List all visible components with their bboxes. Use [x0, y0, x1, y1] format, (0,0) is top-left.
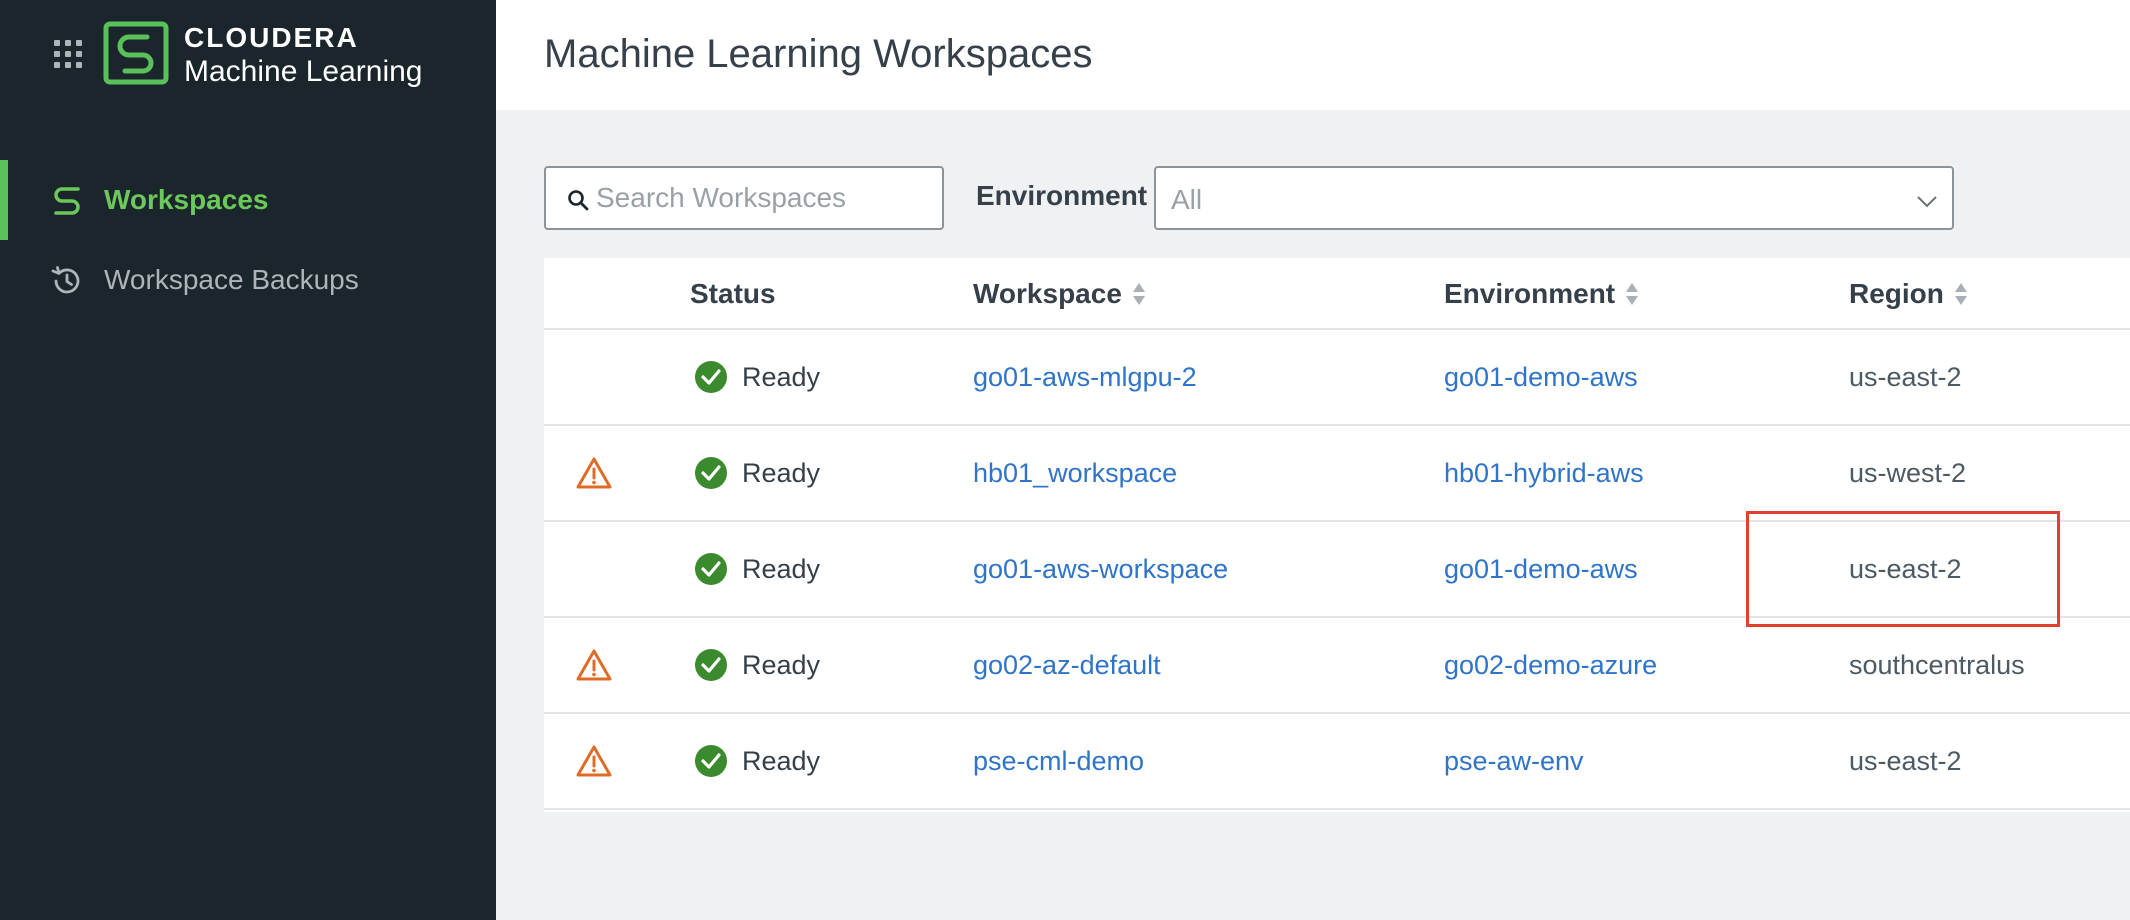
environment-filter-label: Environment	[976, 180, 1148, 211]
workspace-link[interactable]: go02-az-default	[973, 650, 1161, 681]
region-text: us-west-2	[1849, 458, 1967, 488]
page-header: Machine Learning Workspaces	[496, 0, 2130, 110]
workspace-link[interactable]: go01-aws-mlgpu-2	[973, 362, 1197, 393]
table-row: Ready go01-aws-mlgpu-2 go01-demo-aws us-…	[544, 330, 2130, 426]
column-header-environment[interactable]: Environment	[1444, 278, 1639, 310]
column-header-label: Environment	[1444, 278, 1616, 309]
sidebar-item-label: Workspaces	[104, 184, 269, 215]
column-header-label: Status	[690, 278, 776, 309]
region-text: us-east-2	[1849, 362, 1962, 392]
sidebar-item-label: Workspace Backups	[104, 264, 359, 295]
workspace-link[interactable]: hb01_workspace	[973, 458, 1177, 489]
environment-link[interactable]: hb01-hybrid-aws	[1444, 458, 1644, 489]
workspace-link[interactable]: pse-cml-demo	[973, 746, 1144, 777]
cloudera-logo-icon	[103, 21, 169, 85]
region-highlight-box	[1746, 511, 2060, 627]
search-icon	[568, 190, 589, 211]
sort-icon	[1626, 283, 1639, 305]
status-text: Ready	[742, 746, 821, 776]
page-title: Machine Learning Workspaces	[544, 32, 1093, 76]
chevron-down-icon	[1917, 196, 1937, 208]
sidebar-item-workspace-backups[interactable]: Workspace Backups	[0, 240, 496, 320]
app-launcher-icon[interactable]	[54, 40, 82, 68]
workspace-link[interactable]: go01-aws-workspace	[973, 554, 1228, 585]
status-text: Ready	[742, 458, 821, 488]
table-row: Ready hb01_workspace hb01-hybrid-aws us-…	[544, 426, 2130, 522]
environment-select-value: All	[1171, 184, 1203, 215]
environment-select[interactable]: All	[1154, 166, 1954, 230]
search-field[interactable]	[544, 166, 944, 230]
column-header-status: Status	[690, 278, 776, 310]
sidebar-item-workspaces[interactable]: Workspaces	[0, 160, 496, 240]
warning-icon[interactable]	[576, 648, 612, 682]
column-header-workspace[interactable]: Workspace	[973, 278, 1146, 310]
table-header: Status Workspace Environment Region	[544, 258, 2130, 330]
brand-company: CLOUDERA	[184, 22, 359, 53]
sort-icon	[1132, 283, 1145, 305]
brand-name: CLOUDERA Machine Learning	[184, 22, 423, 89]
column-header-region[interactable]: Region	[1849, 278, 1968, 310]
environment-link[interactable]: go02-demo-azure	[1444, 650, 1657, 681]
sort-icon	[1954, 283, 1967, 305]
search-input[interactable]	[596, 178, 926, 218]
status-text: Ready	[742, 650, 821, 680]
ready-check-icon	[695, 745, 727, 777]
region-text: us-east-2	[1849, 746, 1962, 776]
environment-link[interactable]: pse-aw-env	[1444, 746, 1584, 777]
column-header-label: Region	[1849, 278, 1944, 309]
sidebar: CLOUDERA Machine Learning Workspaces Wor…	[0, 0, 496, 920]
environment-link[interactable]: go01-demo-aws	[1444, 554, 1638, 585]
ready-check-icon	[695, 553, 727, 585]
ready-check-icon	[695, 457, 727, 489]
warning-icon[interactable]	[576, 456, 612, 490]
history-icon	[51, 266, 80, 294]
table-row: Ready go02-az-default go02-demo-azure so…	[544, 618, 2130, 714]
status-text: Ready	[742, 554, 821, 584]
environment-link[interactable]: go01-demo-aws	[1444, 362, 1638, 393]
workspaces-icon	[54, 187, 80, 215]
brand-product: Machine Learning	[184, 55, 423, 88]
ready-check-icon	[695, 361, 727, 393]
column-header-label: Workspace	[973, 278, 1122, 309]
status-text: Ready	[742, 362, 821, 392]
region-text: southcentralus	[1849, 650, 2025, 680]
ready-check-icon	[695, 649, 727, 681]
table-row: Ready pse-cml-demo pse-aw-env us-east-2	[544, 714, 2130, 810]
warning-icon[interactable]	[576, 744, 612, 778]
